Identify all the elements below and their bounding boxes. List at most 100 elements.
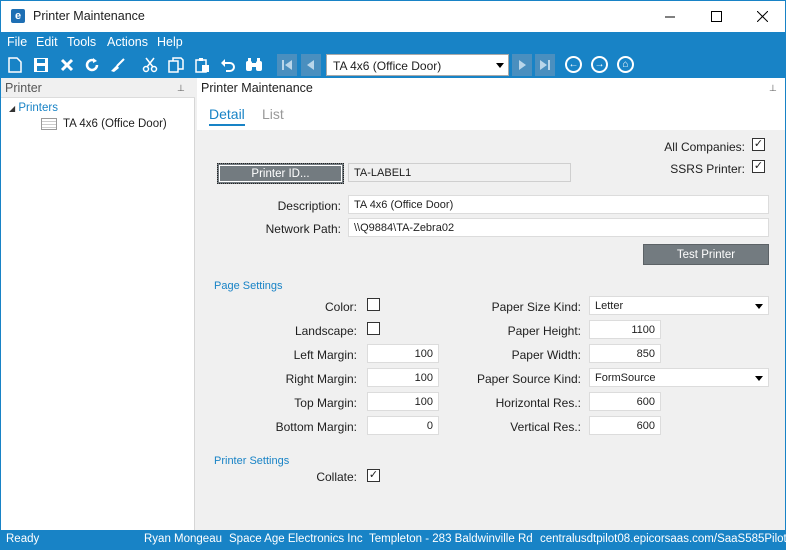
right-margin-field[interactable]: 100 — [367, 368, 439, 387]
paper-height-label: Paper Height: — [507, 324, 581, 338]
minimize-icon — [664, 16, 675, 18]
main-panel: Printer Maintenance ⊥ Detail List All Co… — [197, 78, 785, 530]
collate-checkbox[interactable]: ✓ — [367, 469, 380, 482]
vertical-res-field[interactable]: 600 — [589, 416, 661, 435]
minimize-button[interactable] — [647, 1, 693, 32]
save-icon[interactable] — [32, 56, 50, 74]
page-settings-heading: Page Settings — [214, 280, 283, 292]
chevron-down-icon[interactable] — [496, 63, 504, 68]
undo-icon[interactable] — [219, 56, 237, 74]
menu-file[interactable]: File — [7, 35, 27, 49]
horizontal-res-label: Horizontal Res.: — [495, 396, 581, 410]
landscape-checkbox[interactable] — [367, 322, 380, 335]
tab-detail[interactable]: Detail — [209, 106, 245, 126]
landscape-label: Landscape: — [294, 324, 357, 338]
app-logo-icon: e — [11, 9, 25, 23]
paper-size-kind-label: Paper Size Kind: — [491, 300, 581, 314]
paper-width-field[interactable]: 850 — [589, 344, 661, 363]
search-icon[interactable] — [245, 56, 263, 74]
horizontal-res-field[interactable]: 600 — [589, 392, 661, 411]
printer-settings-heading: Printer Settings — [214, 455, 290, 467]
top-margin-field[interactable]: 100 — [367, 392, 439, 411]
status-bar: Ready Ryan Mongeau Space Age Electronics… — [1, 530, 786, 549]
paper-source-kind-value: FormSource — [595, 372, 656, 384]
chevron-down-icon[interactable] — [755, 376, 763, 381]
toolbar: TA 4x6 (Office Door) ← → ⌂ — [1, 52, 785, 78]
collate-label: Collate: — [316, 470, 357, 484]
copy-icon[interactable] — [167, 56, 185, 74]
paper-source-kind-label: Paper Source Kind: — [476, 372, 581, 386]
left-margin-field[interactable]: 100 — [367, 344, 439, 363]
next-record-button[interactable] — [512, 54, 532, 76]
first-record-button[interactable] — [277, 54, 297, 76]
main-panel-header: Printer Maintenance ⊥ — [197, 78, 785, 98]
top-margin-label: Top Margin: — [294, 396, 357, 410]
tree-panel-header: Printer ⊥ — [1, 78, 195, 98]
delete-icon[interactable] — [58, 56, 76, 74]
last-record-button[interactable] — [535, 54, 555, 76]
all-companies-label: All Companies: — [664, 140, 745, 154]
maximize-button[interactable] — [693, 1, 739, 32]
bottom-margin-field[interactable]: 0 — [367, 416, 439, 435]
paper-height-field[interactable]: 1100 — [589, 320, 661, 339]
printer-id-field[interactable]: TA-LABEL1 — [348, 163, 571, 182]
refresh-icon[interactable] — [83, 56, 101, 74]
paper-width-label: Paper Width: — [511, 348, 581, 362]
test-printer-button[interactable]: Test Printer — [643, 244, 769, 265]
pin-icon[interactable]: ⊥ — [177, 83, 185, 94]
record-selector[interactable]: TA 4x6 (Office Door) — [326, 54, 509, 76]
app-window: e Printer Maintenance File Edit Tools Ac… — [0, 0, 786, 550]
status-site: Templeton - 283 Baldwinville Rd — [369, 533, 533, 545]
left-margin-label: Left Margin: — [293, 348, 357, 362]
cut-icon[interactable] — [141, 56, 159, 74]
ssrs-printer-checkbox[interactable]: ✓ — [752, 160, 765, 173]
maximize-icon — [710, 11, 722, 22]
description-field[interactable]: TA 4x6 (Office Door) — [348, 195, 769, 214]
paste-icon[interactable] — [193, 56, 211, 74]
forward-icon[interactable]: → — [591, 56, 608, 73]
first-icon — [282, 60, 292, 70]
pin-icon[interactable]: ⊥ — [769, 83, 777, 94]
color-checkbox[interactable] — [367, 298, 380, 311]
next-icon — [519, 60, 526, 70]
printer-node-icon — [41, 118, 57, 130]
main-panel-title: Printer Maintenance — [201, 81, 313, 95]
chevron-down-icon[interactable] — [755, 304, 763, 309]
title-bar: e Printer Maintenance — [1, 1, 785, 32]
bottom-margin-label: Bottom Margin: — [275, 420, 357, 434]
back-icon[interactable]: ← — [565, 56, 582, 73]
paper-size-kind-value: Letter — [595, 300, 624, 312]
close-icon — [756, 11, 768, 22]
menu-actions[interactable]: Actions — [107, 35, 148, 49]
last-icon — [540, 60, 550, 70]
paper-size-kind-select[interactable]: Letter — [589, 296, 769, 315]
record-selector-value: TA 4x6 (Office Door) — [333, 59, 442, 73]
color-label: Color: — [324, 300, 357, 314]
menu-tools[interactable]: Tools — [67, 35, 96, 49]
all-companies-checkbox[interactable]: ✓ — [752, 138, 765, 151]
tree-item-printer[interactable]: TA 4x6 (Office Door) — [41, 118, 167, 130]
tree-item-label: TA 4x6 (Office Door) — [63, 118, 167, 130]
network-path-label: Network Path: — [265, 222, 341, 236]
previous-record-button[interactable] — [301, 54, 321, 76]
previous-icon — [307, 60, 314, 70]
menu-edit[interactable]: Edit — [36, 35, 58, 49]
status-state: Ready — [6, 533, 40, 545]
tree-panel: Printer ⊥ ◢ Printers TA 4x6 (Office Door… — [1, 78, 195, 530]
description-label: Description: — [277, 199, 341, 213]
window-title: Printer Maintenance — [33, 9, 145, 23]
home-icon[interactable]: ⌂ — [617, 56, 634, 73]
ssrs-printer-label: SSRS Printer: — [670, 162, 745, 176]
network-path-field[interactable]: \\Q9884\TA-Zebra02 — [348, 218, 769, 237]
collapse-icon[interactable]: ◢ — [9, 104, 15, 113]
status-company: Space Age Electronics Inc — [229, 533, 363, 545]
tree-root-printers[interactable]: ◢ Printers — [9, 102, 58, 114]
tab-strip: Detail List — [197, 98, 785, 130]
menu-help[interactable]: Help — [157, 35, 183, 49]
paper-source-kind-select[interactable]: FormSource — [589, 368, 769, 387]
clear-icon[interactable] — [109, 56, 127, 74]
close-button[interactable] — [739, 1, 785, 32]
printer-id-button[interactable]: Printer ID... — [217, 163, 344, 184]
new-icon[interactable] — [6, 56, 24, 74]
tab-list[interactable]: List — [262, 106, 284, 122]
